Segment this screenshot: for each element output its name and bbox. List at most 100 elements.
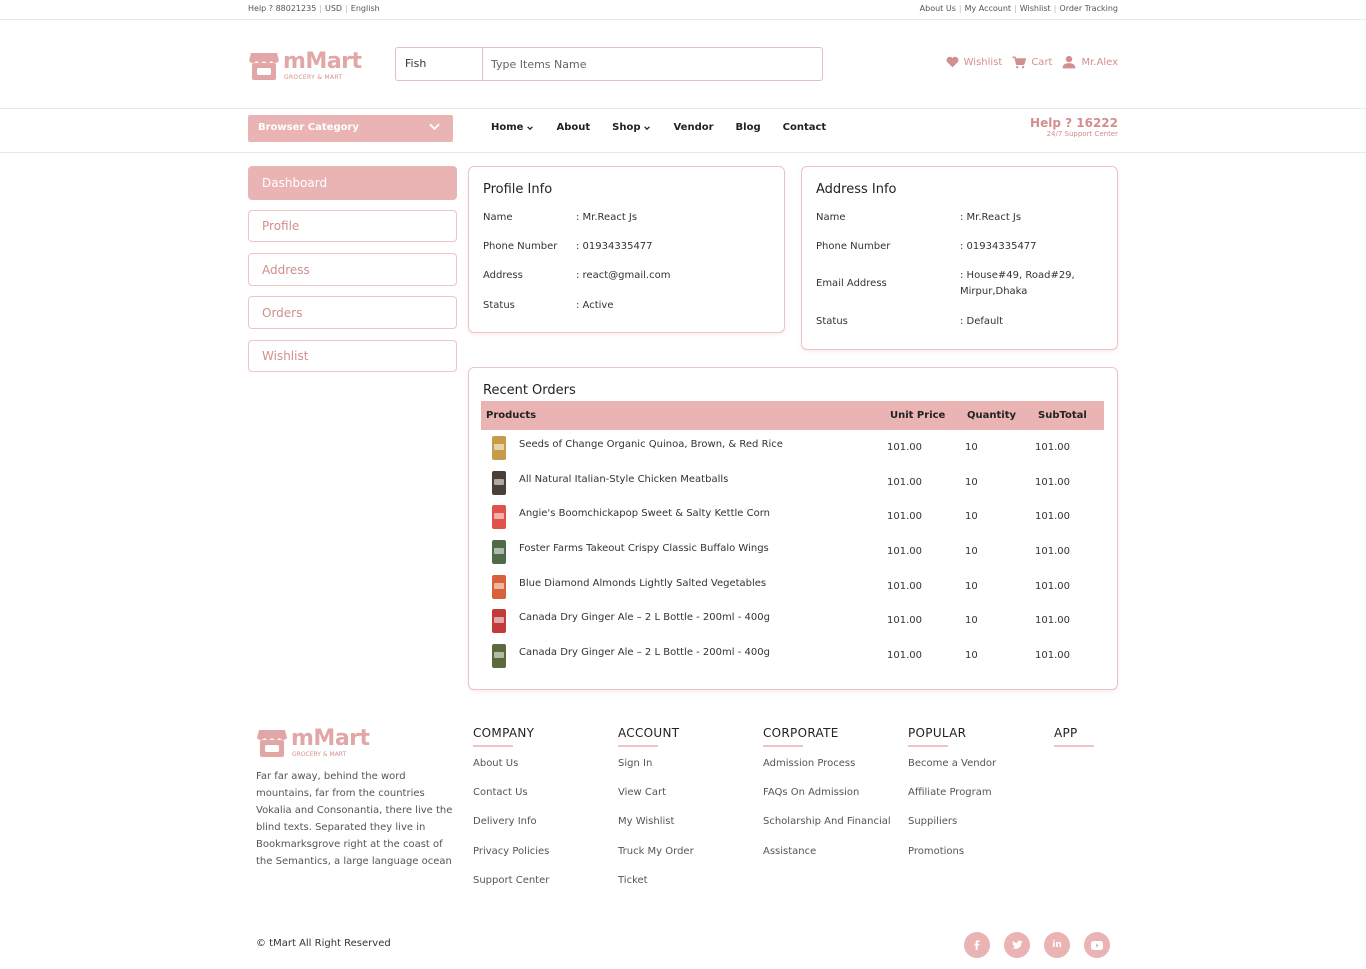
top-bar-links: About Us | My Account | Wishlist | Order Track… xyxy=(919,4,1118,13)
address-status-value: : Default xyxy=(960,316,1004,327)
top-link-wishlist[interactable]: Wishlist xyxy=(1020,4,1051,13)
footer-link[interactable]: Assistance xyxy=(763,846,816,857)
quantity: 10 xyxy=(965,477,978,488)
footer-link[interactable]: Suppiliers xyxy=(908,816,957,827)
top-link-about[interactable]: About Us xyxy=(920,4,956,13)
menu-item-label: Contact xyxy=(782,122,827,133)
footer-link[interactable]: Support Center xyxy=(473,875,549,886)
brand-tagline: GROCERY & MART xyxy=(284,74,343,81)
product-name[interactable]: Blue Diamond Almonds Lightly Salted Vege… xyxy=(519,578,766,589)
store-icon xyxy=(249,53,279,80)
facebook-icon[interactable] xyxy=(964,932,990,958)
footer-link[interactable]: Admission Process xyxy=(763,758,855,769)
address-email-value-line2: Mirpur,Dhaka xyxy=(960,286,1028,297)
product-name[interactable]: Canada Dry Ginger Ale – 2 L Bottle - 200… xyxy=(519,612,770,623)
menu-item-home[interactable]: Home xyxy=(491,122,534,133)
top-link-order-tracking[interactable]: Order Tracking xyxy=(1059,4,1118,13)
profile-address-value: : react@gmail.com xyxy=(576,270,671,281)
wishlist-label: Wishlist xyxy=(963,56,1003,68)
footer-link[interactable]: Privacy Policies xyxy=(473,846,549,857)
top-bar-left: Help ? 88021235 | USD | English xyxy=(248,4,380,13)
header-cart-link[interactable]: Cart xyxy=(1012,56,1052,69)
orders-table-header: Products Unit Price Quantity SubTotal xyxy=(481,401,1104,430)
footer-column-popular: POPULAR Become a Vendor Affiliate Program S… xyxy=(908,726,996,857)
menu-item-vendor[interactable]: Vendor xyxy=(673,122,713,133)
table-row[interactable]: Canada Dry Ginger Ale – 2 L Bottle - 200… xyxy=(481,604,1104,639)
table-row[interactable]: Canada Dry Ginger Ale – 2 L Bottle - 200… xyxy=(481,639,1104,674)
table-row[interactable]: Seeds of Change Organic Quinoa, Brown, &… xyxy=(481,431,1104,466)
footer-link[interactable]: View Cart xyxy=(618,787,666,798)
top-link-account[interactable]: My Account xyxy=(965,4,1011,13)
sidebar-item-profile[interactable]: Profile xyxy=(248,210,457,242)
heart-icon xyxy=(946,56,959,68)
footer-link[interactable]: Promotions xyxy=(908,846,964,857)
profile-name-value: : Mr.React Js xyxy=(576,212,638,223)
linkedin-icon[interactable]: in xyxy=(1044,932,1070,958)
footer-link[interactable]: Delivery Info xyxy=(473,816,537,827)
footer-link[interactable]: FAQs On Admission xyxy=(763,787,859,798)
address-status-label: Status xyxy=(816,316,848,327)
footer-link[interactable]: About Us xyxy=(473,758,518,769)
brand-logo[interactable]: mMart GROCERY & MART xyxy=(248,49,368,83)
footer-link[interactable]: Truck My Order xyxy=(618,846,694,857)
subtotal: 101.00 xyxy=(1035,615,1070,626)
footer-link[interactable]: Affiliate Program xyxy=(908,787,992,798)
youtube-icon[interactable] xyxy=(1084,932,1110,958)
menu-item-label: Blog xyxy=(735,122,761,133)
menu-item-about[interactable]: About xyxy=(556,122,590,133)
footer-link[interactable]: Ticket xyxy=(618,875,648,886)
footer-column-account: ACCOUNT Sign In View Cart My Wishlist Truck … xyxy=(618,726,694,886)
search-input[interactable] xyxy=(484,48,820,80)
subtotal: 101.00 xyxy=(1035,581,1070,592)
menu-item-shop[interactable]: Shop xyxy=(612,122,651,133)
footer-description: Far far away, behind the word mountains,… xyxy=(256,771,453,867)
footer-brand-name: mMart xyxy=(291,726,370,751)
sidebar-item-label: Address xyxy=(262,262,310,277)
sidebar-item-label: Profile xyxy=(262,219,300,233)
product-thumbnail xyxy=(488,574,510,600)
header-wishlist-link[interactable]: Wishlist xyxy=(946,56,1003,68)
footer-link[interactable]: Become a Vendor xyxy=(908,758,996,769)
product-name[interactable]: Foster Farms Takeout Crispy Classic Buff… xyxy=(519,543,769,554)
copyright: © tMart All Right Reserved xyxy=(256,938,391,949)
product-name[interactable]: Seeds of Change Organic Quinoa, Brown, &… xyxy=(519,439,783,450)
menu-item-blog[interactable]: Blog xyxy=(736,122,761,133)
twitter-icon[interactable] xyxy=(1004,932,1030,958)
sidebar-item-label: Orders xyxy=(262,305,303,320)
subtotal: 101.00 xyxy=(1035,650,1070,661)
sidebar-item-orders[interactable]: Orders xyxy=(248,296,457,329)
product-name[interactable]: All Natural Italian-Style Chicken Meatba… xyxy=(519,474,728,485)
footer-column-title: ACCOUNT xyxy=(618,726,680,740)
language-select[interactable]: English xyxy=(351,4,380,13)
search-category-select[interactable]: Fish xyxy=(396,48,483,80)
browse-category-button[interactable]: Browser Category xyxy=(248,115,453,142)
footer-link[interactable]: Scholarship And Financial xyxy=(763,816,891,827)
quantity: 10 xyxy=(965,615,978,626)
title-underline xyxy=(473,745,513,747)
table-row[interactable]: Blue Diamond Almonds Lightly Salted Vege… xyxy=(481,570,1104,605)
quantity: 10 xyxy=(965,581,978,592)
table-row[interactable]: Angie's Boomchickapop Sweet & Salty Kett… xyxy=(481,500,1104,535)
table-row[interactable]: Foster Farms Takeout Crispy Classic Buff… xyxy=(481,535,1104,570)
help-phone: Help ? 88021235 xyxy=(248,4,317,13)
product-name[interactable]: Canada Dry Ginger Ale – 2 L Bottle - 200… xyxy=(519,647,770,658)
sidebar-item-dashboard[interactable]: Dashboard xyxy=(248,166,457,200)
menu-item-label: Shop xyxy=(612,122,641,133)
quantity: 10 xyxy=(965,511,978,522)
menu-item-contact[interactable]: Contact xyxy=(783,122,827,133)
footer-link[interactable]: Contact Us xyxy=(473,787,528,798)
cart-icon xyxy=(1012,56,1027,68)
col-subtotal: SubTotal xyxy=(1038,410,1087,421)
footer-link[interactable]: My Wishlist xyxy=(618,816,674,827)
footer-logo[interactable]: mMart GROCERY & MART xyxy=(256,726,376,760)
footer-link[interactable]: Sign In xyxy=(618,758,652,769)
sidebar-item-address[interactable]: Address xyxy=(248,253,457,286)
table-row[interactable]: All Natural Italian-Style Chicken Meatba… xyxy=(481,466,1104,501)
product-name[interactable]: Angie's Boomchickapop Sweet & Salty Kett… xyxy=(519,508,770,519)
header-user-link[interactable]: Mr.Alex xyxy=(1062,55,1118,69)
menu-item-label: Vendor xyxy=(673,122,714,133)
currency-select[interactable]: USD xyxy=(325,4,342,13)
title-underline xyxy=(908,745,948,747)
sidebar-item-wishlist[interactable]: Wishlist xyxy=(248,340,457,372)
profile-status-value: : Active xyxy=(576,300,614,311)
